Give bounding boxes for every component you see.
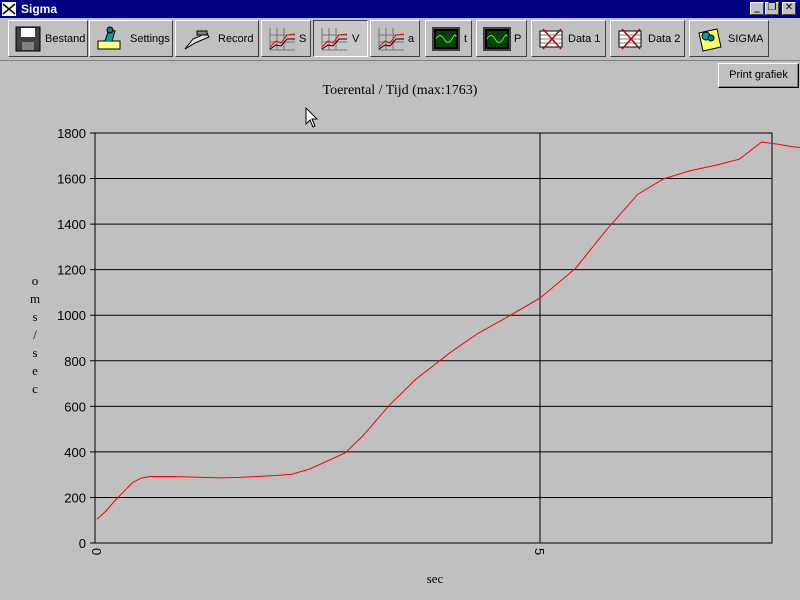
chart-area: 0 200 400 600 800 1000 1200 1400 1600 1800 0 5 [57, 126, 800, 555]
y-tick-label: 0 [79, 536, 86, 551]
y-tick-label: 200 [64, 490, 86, 505]
y-tick-label: 1600 [57, 172, 86, 187]
y-tick-label: 1200 [57, 263, 86, 278]
y-axis-label-char: o [31, 273, 39, 288]
series-line [96, 141, 800, 520]
y-axis-label-char: m [29, 291, 41, 306]
y-tick-label: 400 [64, 445, 86, 460]
y-axis-label-char: c [32, 381, 38, 396]
y-axis-label: o m s / s e c [28, 272, 42, 398]
y-tick-label: 600 [64, 399, 86, 414]
y-tick-label: 800 [64, 354, 86, 369]
y-tick-label: 1400 [57, 217, 86, 232]
y-tick-label: 1800 [57, 126, 86, 141]
mouse-cursor-icon [305, 107, 319, 128]
y-axis-label-char: s [32, 345, 38, 360]
x-tick-label: 0 [89, 548, 104, 555]
x-axis-label: sec [426, 571, 444, 586]
y-axis-label-char: s [32, 309, 38, 324]
y-axis-label-char: / [33, 327, 37, 342]
y-tick-label: 1000 [57, 308, 86, 323]
y-axis-label-char: e [32, 363, 38, 378]
plot-frame [94, 132, 773, 544]
x-tick-label: 5 [532, 548, 547, 555]
